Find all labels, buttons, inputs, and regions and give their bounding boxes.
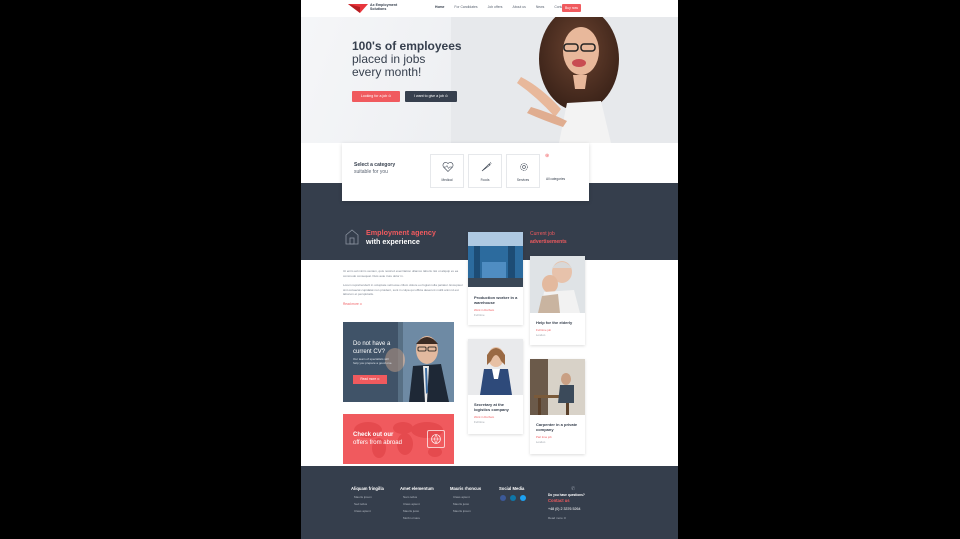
secretary-photo xyxy=(468,339,523,395)
hero-woman-photo xyxy=(451,17,678,143)
nav-about-us[interactable]: About us xyxy=(512,5,525,9)
footer-link[interactable]: Class aptent xyxy=(403,502,420,506)
main-nav: Home For Candidates Job offers About us … xyxy=(435,5,576,9)
agency-paragraph-2: Lorem reprehenderit in voluptate velit e… xyxy=(343,283,463,297)
job-type: Full time xyxy=(474,313,485,317)
jobs-heading-bold: advertisements xyxy=(530,239,567,245)
carrot-icon xyxy=(481,161,492,172)
nav-job-offers[interactable]: Job offers xyxy=(488,5,503,9)
category-label: Services xyxy=(516,178,530,182)
jobs-heading: Current job xyxy=(530,231,555,237)
abroad-offers-card[interactable]: Check out our offers from abroad xyxy=(343,414,454,464)
logo-text[interactable]: Ax Employment Solutions xyxy=(370,3,404,11)
buy-now-button[interactable]: Buy now xyxy=(562,4,581,12)
nav-for-candidates[interactable]: For Candidates xyxy=(454,5,477,9)
category-label: Medical xyxy=(441,178,453,182)
category-card: Select a category suitable for you Medic… xyxy=(342,143,589,201)
carpenter-photo xyxy=(530,359,585,415)
category-subtitle: suitable for you xyxy=(354,169,388,175)
job-title: Production worker in a warehouse xyxy=(474,295,518,306)
phone-icon: ✆ xyxy=(571,486,576,492)
job-location: London xyxy=(536,333,546,337)
footer-link[interactable]: Class aptent xyxy=(354,509,371,513)
elderly-care-photo xyxy=(530,256,585,313)
footer-link[interactable]: Mauris justo xyxy=(453,502,469,506)
grid-icon: ⊛ xyxy=(545,153,550,159)
footer-link[interactable]: Class aptent xyxy=(453,495,470,499)
job-type: Full time job xyxy=(536,328,552,332)
building-icon xyxy=(345,229,359,245)
job-card[interactable]: Secretary at the logistics company Work … xyxy=(468,339,523,434)
footer-read-more-link[interactable]: Read more ⊙ xyxy=(548,516,566,520)
globe-icon xyxy=(427,430,445,448)
footer-link[interactable]: Sed tellus xyxy=(354,502,367,506)
abroad-subtitle: offers from abroad xyxy=(353,440,402,446)
job-type: Full time xyxy=(474,420,485,424)
landing-page: Ax Employment Solutions Home For Candida… xyxy=(301,0,678,539)
category-label: Foods xyxy=(480,178,490,182)
category-services[interactable]: Services xyxy=(506,154,540,188)
job-card[interactable]: Help for the elderly Full time job Londo… xyxy=(530,256,585,345)
cv-read-more-button[interactable]: Read more ⊙ xyxy=(353,375,387,384)
footer-link[interactable]: Mauris justo xyxy=(403,509,419,513)
heart-pulse-icon xyxy=(442,162,454,172)
abroad-title: Check out our xyxy=(353,432,394,438)
agency-title: Employment agency xyxy=(366,228,436,237)
contact-phone: +48 (0) 2 3376 5264 xyxy=(548,507,581,511)
hero-section: 100's of employees placed in jobs every … xyxy=(301,17,678,143)
nav-home[interactable]: Home xyxy=(435,5,444,9)
site-footer: Aliquam fringilla Mauris ipsum Sed tellu… xyxy=(301,466,678,539)
hero-subheading: placed in jobs every month! xyxy=(352,52,426,79)
cv-card-text: Our team of specialists will help you pr… xyxy=(353,357,393,366)
social-title: Social Media xyxy=(499,486,525,491)
agency-title-2: with experience xyxy=(366,237,420,246)
job-card[interactable]: Carpenter in a private company Part time… xyxy=(530,359,585,454)
nav-news[interactable]: News xyxy=(536,5,544,9)
contact-us-link[interactable]: Contact us xyxy=(548,498,570,503)
footer-link[interactable]: Morbi ornare xyxy=(403,516,420,520)
job-title: Secretary at the logistics company xyxy=(474,402,509,413)
give-job-button[interactable]: I want to give a job ⊙ xyxy=(405,91,457,102)
all-categories-link[interactable]: All categories xyxy=(546,177,566,182)
job-location: Work in Durham xyxy=(474,415,495,419)
gear-icon xyxy=(520,163,528,171)
agency-paragraph-1: Ut enim ad minim veniam, quis nostrud ex… xyxy=(343,269,459,278)
category-medical[interactable]: Medical xyxy=(430,154,464,188)
looking-for-job-button[interactable]: Looking for a job ⊙ xyxy=(352,91,400,102)
job-location: London xyxy=(536,440,546,444)
warehouse-photo xyxy=(468,232,523,287)
footer-link[interactable]: Nam tellus xyxy=(403,495,417,499)
job-title: Help for the elderly xyxy=(536,320,573,325)
twitter-icon[interactable] xyxy=(520,495,526,501)
site-header: Ax Employment Solutions Home For Candida… xyxy=(301,0,678,17)
job-title: Carpenter in a private company xyxy=(536,422,578,433)
footer-col-title: Aliquam fringilla xyxy=(351,486,384,491)
contact-question: Do you have questions? xyxy=(548,493,585,497)
cv-card-title: Do not have a current CV? xyxy=(353,341,391,355)
category-title: Select a category xyxy=(354,162,396,168)
footer-col-title: Mauris rhoncus xyxy=(450,486,482,491)
job-location: Work in Durham xyxy=(474,308,495,312)
footer-link[interactable]: Mauris ipsum xyxy=(354,495,372,499)
category-foods[interactable]: Foods xyxy=(468,154,502,188)
footer-link[interactable]: Mauris ipsum xyxy=(453,509,471,513)
facebook-icon[interactable] xyxy=(500,495,506,501)
footer-col-title: Amet elementum xyxy=(400,486,434,491)
cv-card: Do not have a current CV? Our team of sp… xyxy=(343,322,454,402)
read-more-link[interactable]: Read more ⊙ xyxy=(343,302,362,306)
linkedin-icon[interactable] xyxy=(510,495,516,501)
job-type: Part time job xyxy=(536,435,552,439)
job-card[interactable]: Production worker in a warehouse Work in… xyxy=(468,232,523,325)
logo-icon[interactable] xyxy=(348,3,368,14)
